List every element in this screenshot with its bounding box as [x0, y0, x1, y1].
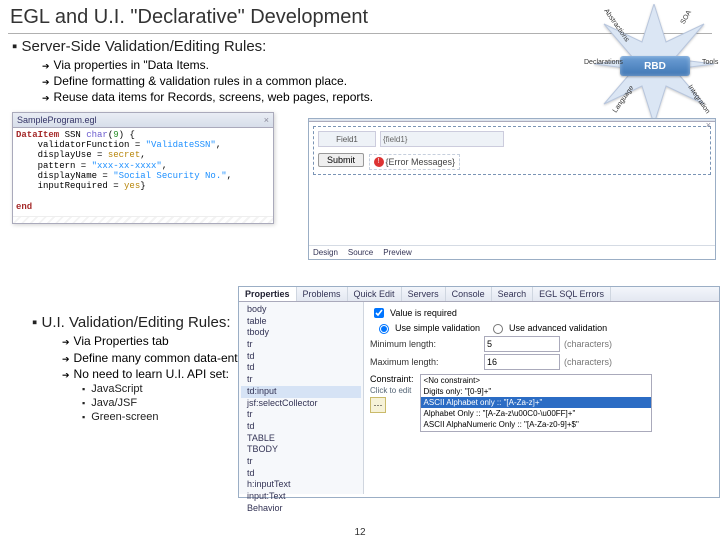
constraint-option[interactable]: <No constraint>	[421, 375, 651, 386]
radio-adv-label: Use advanced validation	[509, 323, 607, 333]
tree-item[interactable]: tbody	[241, 327, 361, 339]
properties-tabstrip: Properties Problems Quick Edit Servers C…	[239, 287, 719, 302]
section1-item-1: Via properties in "Data Items.	[42, 57, 720, 73]
max-unit: (characters)	[564, 357, 612, 367]
tree-item[interactable]: td	[241, 351, 361, 363]
radio-simple-validation[interactable]	[379, 324, 389, 334]
dom-outline-tree[interactable]: body table tbody tr td td tr td:input js…	[239, 302, 364, 494]
min-length-label: Minimum length:	[370, 339, 480, 349]
properties-form: Value is required Use simple validation …	[364, 302, 719, 494]
tree-item[interactable]: jsf:selectCollector	[241, 398, 361, 410]
tree-item[interactable]: td	[241, 362, 361, 374]
form-designer-pane: × Field1 {field1} Submit ! {Error Messag…	[308, 118, 716, 260]
section-server-heading-text: Server-Side Validation/Editing Rules:	[22, 38, 267, 55]
tree-item[interactable]: Behavior	[241, 503, 361, 515]
properties-pane: Properties Problems Quick Edit Servers C…	[238, 286, 720, 498]
constraint-option[interactable]: Alphabet Only :: "[A-Za-z\u00C0-\u00FF]+…	[421, 408, 651, 419]
tree-item[interactable]: tr	[241, 456, 361, 468]
code-body[interactable]: DataItem SSN char(9) { validatorFunction…	[13, 128, 273, 217]
field1-input[interactable]: {field1}	[380, 131, 504, 147]
code-editor-tab[interactable]: SampleProgram.egl ×	[13, 113, 273, 128]
constraint-option[interactable]: ASCII AlphaNumeric Only :: "[A-Za-z0-9]+…	[421, 419, 651, 430]
constraint-label: Constraint:	[370, 374, 414, 384]
section1-item-3: Reuse data items for Records, screens, w…	[42, 89, 720, 105]
radio-simple-label: Use simple validation	[395, 323, 480, 333]
picker-icon[interactable]: ⋯	[370, 397, 386, 413]
tree-item[interactable]: table	[241, 316, 361, 328]
form-canvas[interactable]: Field1 {field1} Submit ! {Error Messages…	[313, 126, 711, 175]
tab-search[interactable]: Search	[492, 287, 534, 301]
section-ui-heading-text: U.I. Validation/Editing Rules:	[42, 314, 231, 331]
error-messages-label: {Error Messages}	[386, 157, 456, 167]
tree-item[interactable]: td	[241, 421, 361, 433]
tree-item[interactable]: tr	[241, 374, 361, 386]
value-required-label: Value is required	[390, 308, 457, 318]
tab-design[interactable]: Design	[313, 248, 338, 257]
tree-item[interactable]: h:inputText	[241, 479, 361, 491]
tab-servers[interactable]: Servers	[402, 287, 446, 301]
tab-preview[interactable]: Preview	[383, 248, 411, 257]
tab-sqlerrors[interactable]: EGL SQL Errors	[533, 287, 611, 301]
tree-item[interactable]: TBODY	[241, 444, 361, 456]
field1-label[interactable]: Field1	[318, 131, 376, 147]
tab-console[interactable]: Console	[446, 287, 492, 301]
constraint-option-selected[interactable]: ASCII Alphabet only :: "[A-Za-z]+"	[421, 397, 651, 408]
radio-advanced-validation[interactable]	[493, 324, 503, 334]
constraint-option[interactable]: Digits only: "[0-9]+"	[421, 386, 651, 397]
close-icon[interactable]: ×	[706, 120, 711, 130]
tab-problems[interactable]: Problems	[297, 287, 348, 301]
tab-quickedit[interactable]: Quick Edit	[348, 287, 402, 301]
max-length-input[interactable]	[484, 354, 560, 370]
tree-item[interactable]: TABLE	[241, 433, 361, 445]
tab-properties[interactable]: Properties	[239, 287, 297, 301]
tree-item-selected[interactable]: td:input	[241, 386, 361, 398]
tree-item[interactable]: input:Text	[241, 491, 361, 503]
tree-item[interactable]: tr	[241, 339, 361, 351]
tab-source[interactable]: Source	[348, 248, 373, 257]
section-server-heading: ▪ Server-Side Validation/Editing Rules:	[12, 38, 720, 55]
code-editor-pane: SampleProgram.egl × DataItem SSN char(9)…	[12, 112, 274, 225]
submit-button[interactable]: Submit	[318, 153, 364, 167]
code-tab-label: SampleProgram.egl	[17, 115, 97, 125]
min-length-input[interactable]	[484, 336, 560, 352]
click-edit-hint: Click to edit	[370, 386, 414, 395]
close-icon[interactable]: ×	[264, 115, 269, 125]
min-unit: (characters)	[564, 339, 612, 349]
value-required-checkbox[interactable]	[374, 308, 384, 318]
error-icon: !	[374, 157, 384, 167]
form-designer-footer-tabs: Design Source Preview	[309, 245, 715, 259]
torn-edge	[13, 216, 273, 223]
tree-item[interactable]: td	[241, 468, 361, 480]
max-length-label: Maximum length:	[370, 357, 480, 367]
tree-item[interactable]: body	[241, 304, 361, 316]
tree-item[interactable]: tr	[241, 409, 361, 421]
page-number: 12	[354, 527, 365, 538]
constraint-listbox[interactable]: <No constraint> Digits only: "[0-9]+" AS…	[420, 374, 652, 432]
error-messages-area[interactable]: ! {Error Messages}	[369, 154, 461, 170]
section1-list: Via properties in "Data Items. Define fo…	[42, 57, 720, 106]
section1-item-2: Define formatting & validation rules in …	[42, 73, 720, 89]
